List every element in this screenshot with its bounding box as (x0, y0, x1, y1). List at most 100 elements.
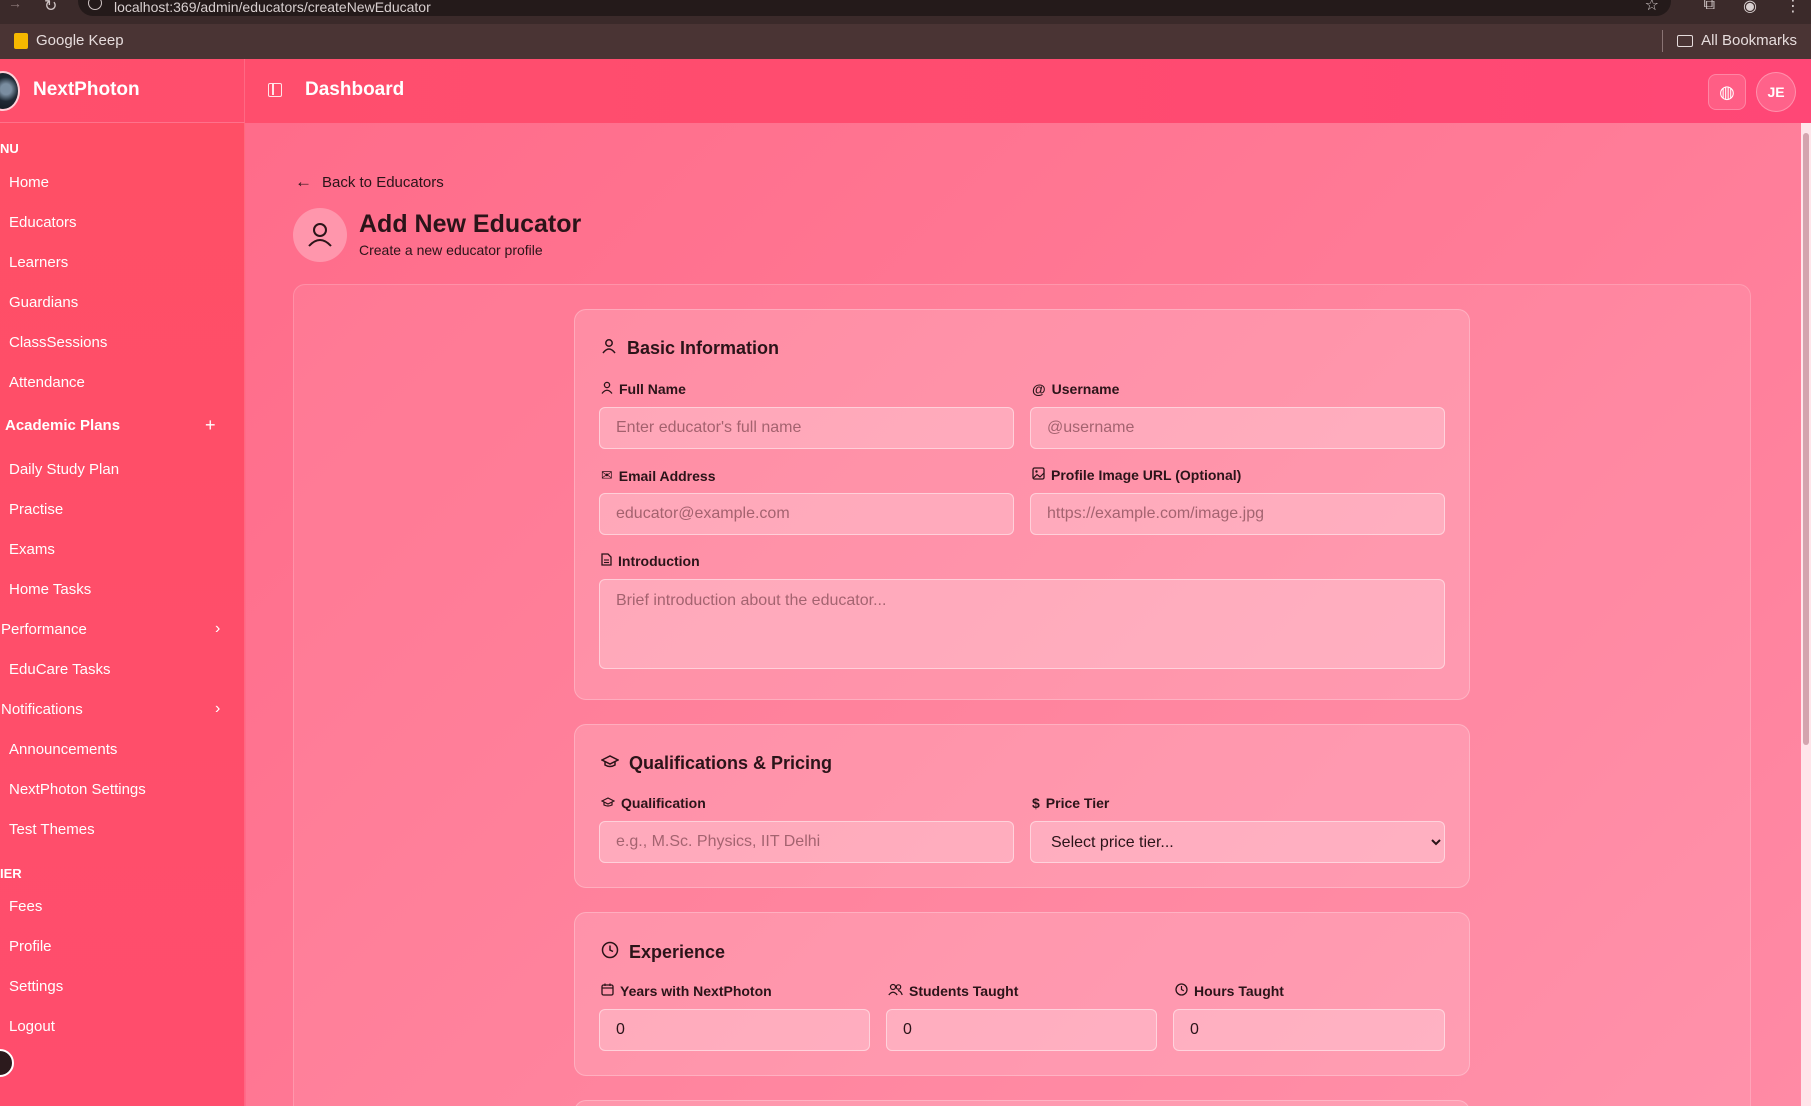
back-link-label: Back to Educators (322, 173, 444, 191)
plus-icon[interactable]: + (205, 415, 216, 436)
document-icon (601, 553, 612, 569)
page-title: Add New Educator (359, 210, 582, 238)
sidebar-item-guardians[interactable]: Guardians (9, 294, 78, 311)
profile-image-url-input[interactable] (1030, 493, 1445, 535)
section-title: Experience (601, 941, 725, 964)
profile-icon[interactable]: ◉ (1743, 0, 1757, 16)
google-keep-icon (14, 32, 28, 49)
sidebar-item-fees[interactable]: Fees (9, 898, 42, 915)
students-label-text: Students Taught (909, 983, 1019, 999)
price-tier-label-text: Price Tier (1045, 795, 1110, 811)
sidebar-item-notifications[interactable]: Notifications (1, 701, 83, 718)
sidebar-item-test-themes[interactable]: Test Themes (9, 821, 95, 838)
url-text[interactable]: localhost:369/admin/educators/createNewE… (114, 0, 431, 15)
bookmark-google-keep[interactable]: Google Keep (14, 32, 124, 49)
brand-name: NextPhoton (33, 79, 140, 100)
sidebar-group-other: IER (0, 866, 22, 881)
email-label: ✉ Email Address (601, 467, 715, 484)
sidebar-item-classsessions[interactable]: ClassSessions (9, 334, 107, 351)
sidebar-item-educare-tasks[interactable]: EduCare Tasks (9, 661, 110, 678)
section-title-text: Basic Information (627, 338, 780, 358)
dollar-icon: $ (1032, 795, 1040, 811)
bookmark-star-icon[interactable]: ☆ (1645, 0, 1659, 15)
hours-input[interactable] (1173, 1009, 1445, 1051)
bookmark-label: Google Keep (36, 32, 124, 49)
palette-icon: ◍ (1719, 82, 1735, 102)
introduction-label: Introduction (601, 553, 700, 569)
sidebar-item-profile[interactable]: Profile (9, 938, 52, 955)
forward-icon[interactable]: → (8, 0, 22, 10)
users-icon (888, 983, 903, 999)
full-name-input[interactable] (599, 407, 1014, 449)
sidebar-item-exams[interactable]: Exams (9, 541, 55, 558)
site-info-icon[interactable] (88, 0, 102, 10)
introduction-textarea[interactable] (599, 579, 1445, 669)
clock-icon (601, 941, 619, 964)
years-label-text: Years with NextPhoton (620, 983, 772, 999)
hours-label-text: Hours Taught (1194, 983, 1284, 999)
username-label-text: Username (1051, 381, 1120, 397)
all-bookmarks-button[interactable]: All Bookmarks (1677, 32, 1797, 49)
qualification-label-text: Qualification (621, 795, 706, 811)
students-input[interactable] (886, 1009, 1157, 1051)
sidebar-group-menu: NU (0, 141, 19, 156)
theme-palette-button[interactable]: ◍ (1708, 74, 1746, 110)
section-title-text: Qualifications & Pricing (629, 753, 833, 773)
brand-logo (0, 71, 20, 111)
browser-toolbar: → ↻ localhost:369/admin/educators/create… (0, 0, 1811, 24)
sidebar-item-academic-plans[interactable]: Academic Plans (5, 417, 120, 434)
user-icon (293, 208, 347, 262)
price-tier-select[interactable]: Select price tier... (1030, 821, 1445, 863)
avatar[interactable]: JE (1756, 72, 1796, 112)
address-bar[interactable]: localhost:369/admin/educators/createNewE… (78, 0, 1671, 16)
sidebar-item-logout[interactable]: Logout (9, 1018, 55, 1035)
years-input[interactable] (599, 1009, 870, 1051)
browser-menu-icon[interactable]: ⋮ (1785, 0, 1801, 16)
sidebar-item-home-tasks[interactable]: Home Tasks (9, 581, 91, 598)
introduction-label-text: Introduction (618, 553, 700, 569)
sidebar-item-performance[interactable]: Performance (1, 621, 87, 638)
sidebar-toggle-icon[interactable] (268, 83, 282, 97)
price-tier-label: $ Price Tier (1032, 795, 1109, 811)
folder-icon (1677, 34, 1694, 47)
calendar-icon (601, 983, 614, 999)
sidebar-item-nextphoton-settings[interactable]: NextPhoton Settings (9, 781, 146, 798)
image-icon (1032, 467, 1045, 483)
section-title: Basic Information (601, 338, 779, 359)
sidebar-item-daily-study-plan[interactable]: Daily Study Plan (9, 461, 119, 478)
experience-section: Experience Years with NextPhoton Student… (574, 912, 1470, 1076)
arrow-left-icon: ← (295, 172, 312, 191)
reload-icon[interactable]: ↻ (44, 0, 57, 16)
full-name-label: Full Name (601, 381, 686, 397)
scrollbar-thumb[interactable] (1803, 133, 1809, 745)
students-label: Students Taught (888, 983, 1018, 999)
profile-image-label: Profile Image URL (Optional) (1032, 467, 1241, 483)
username-input[interactable] (1030, 407, 1445, 449)
section-title: Qualifications & Pricing (600, 753, 833, 774)
clock-icon (1175, 983, 1188, 999)
user-icon (601, 381, 613, 397)
sidebar: NU Home Educators Learners Guardians Cla… (0, 123, 245, 1106)
email-label-text: Email Address (618, 467, 716, 484)
qualification-input[interactable] (599, 821, 1014, 863)
basic-information-section: Basic Information Full Name @ Username ✉… (574, 309, 1470, 700)
hours-label: Hours Taught (1175, 983, 1284, 999)
sidebar-item-educators[interactable]: Educators (9, 214, 77, 231)
years-label: Years with NextPhoton (601, 983, 772, 999)
extensions-icon[interactable]: ⧉ (1704, 0, 1715, 16)
sidebar-item-practise[interactable]: Practise (9, 501, 63, 518)
email-input[interactable] (599, 493, 1014, 535)
sidebar-item-learners[interactable]: Learners (9, 254, 68, 271)
brand[interactable]: NextPhoton (0, 59, 245, 123)
section-title-text: Experience (629, 942, 726, 962)
graduation-cap-icon (600, 795, 616, 811)
sidebar-item-settings[interactable]: Settings (9, 978, 63, 995)
sidebar-item-home[interactable]: Home (9, 174, 49, 191)
sidebar-item-attendance[interactable]: Attendance (9, 374, 85, 391)
user-icon (601, 338, 617, 359)
chevron-right-icon[interactable]: › (215, 620, 220, 638)
sidebar-item-announcements[interactable]: Announcements (9, 741, 117, 758)
chevron-right-icon[interactable]: › (215, 700, 220, 718)
graduation-cap-icon (600, 754, 620, 774)
back-to-educators-link[interactable]: ← Back to Educators (295, 172, 444, 192)
